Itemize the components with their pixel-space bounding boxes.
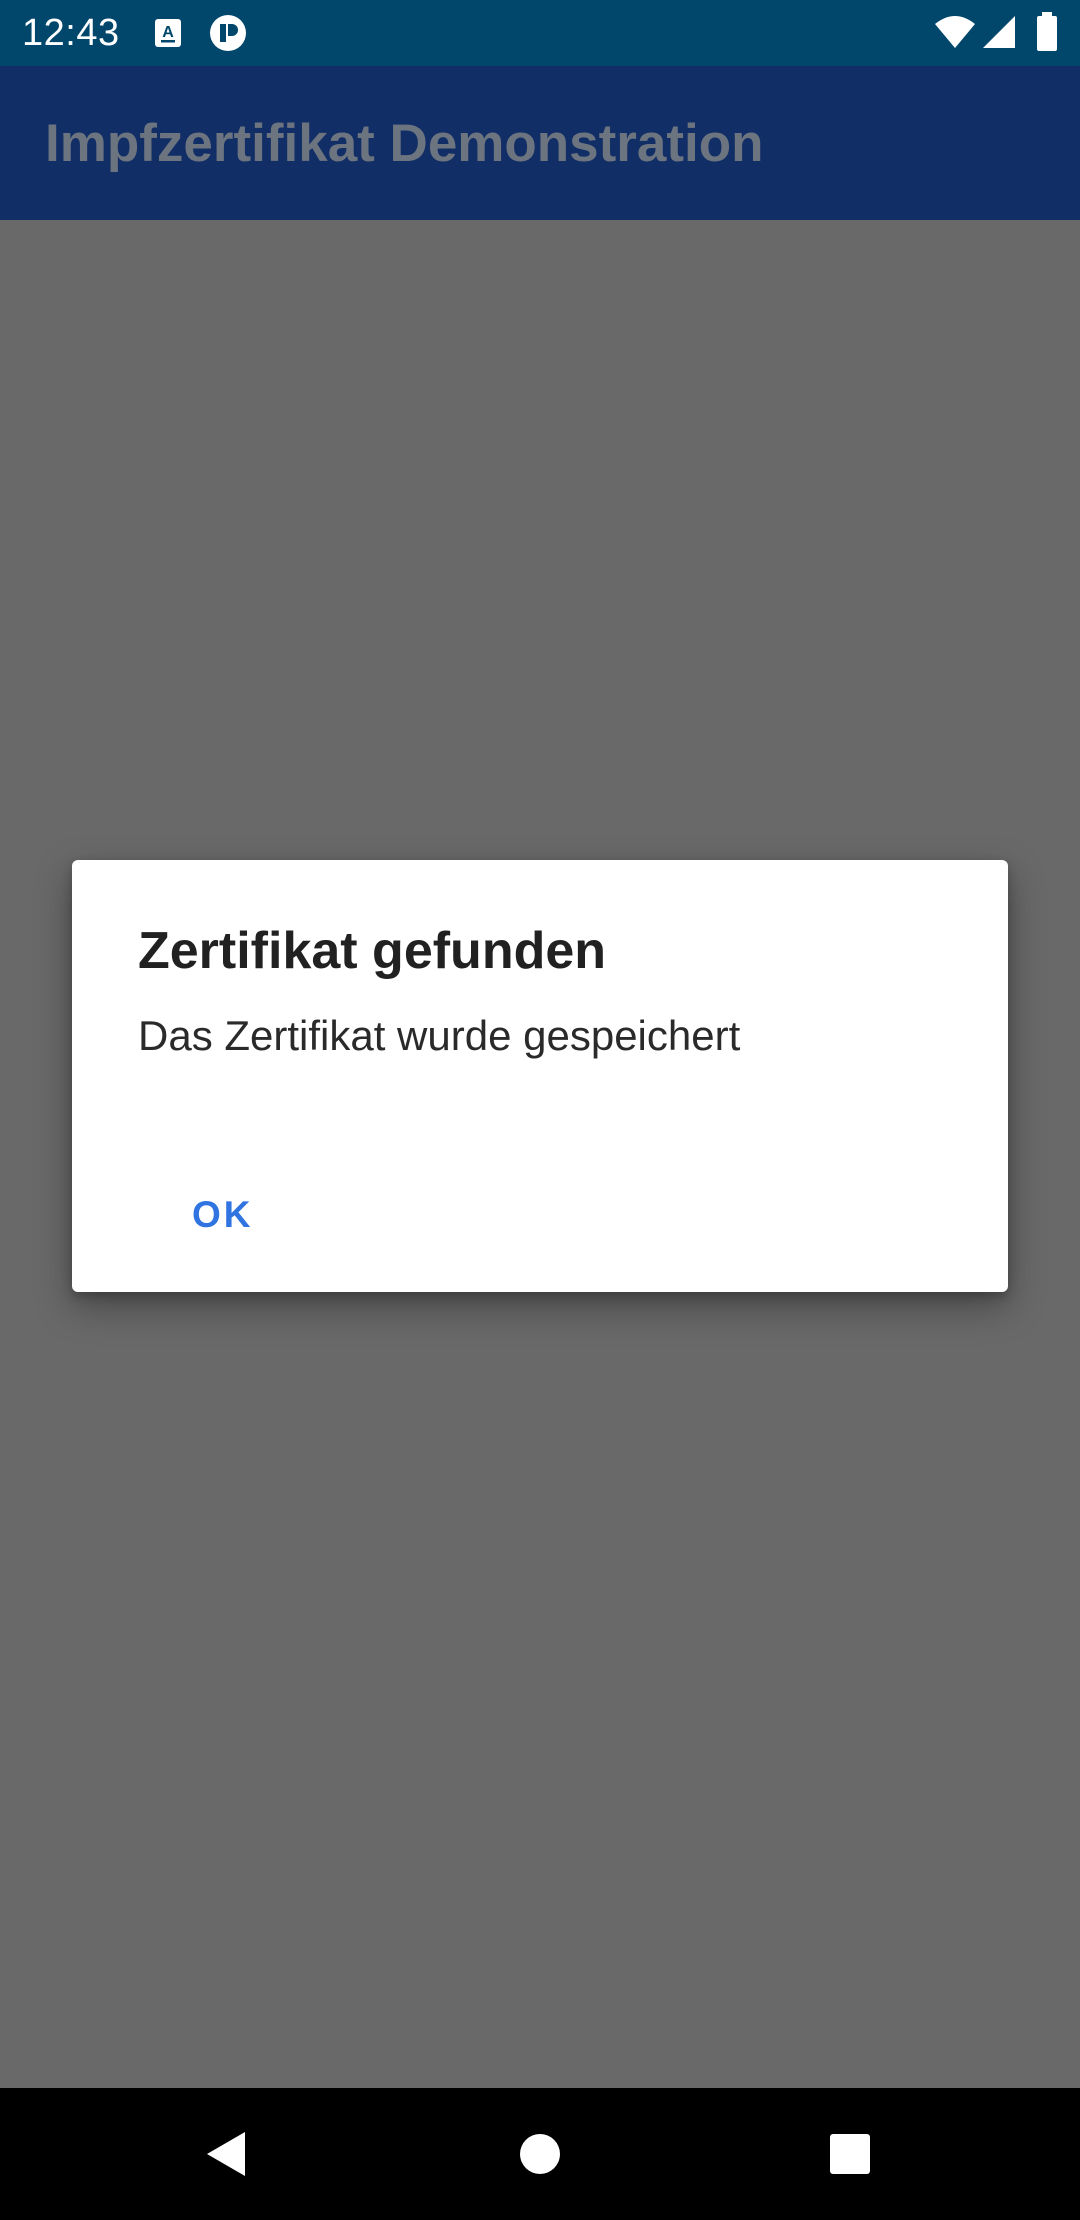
screen: 12:43 A Impfzertifikat Demonstration Zer… (0, 0, 1080, 2220)
battery-icon (1036, 12, 1058, 57)
cloud-notification-icon (208, 14, 248, 57)
home-button[interactable] (480, 2088, 600, 2220)
home-icon (520, 2134, 560, 2174)
cell-signal-icon (981, 14, 1017, 55)
recents-icon (830, 2134, 870, 2174)
status-bar: 12:43 A (0, 0, 1080, 66)
wifi-icon (934, 14, 976, 55)
app-title: Impfzertifikat Demonstration (45, 114, 764, 173)
app-bar: Impfzertifikat Demonstration (0, 66, 1080, 220)
dialog-title: Zertifikat gefunden (138, 922, 607, 980)
dialog-message: Das Zertifikat wurde gespeichert (138, 1012, 741, 1059)
svg-text:A: A (162, 24, 174, 41)
text-a-notification-icon: A (154, 18, 182, 53)
alert-dialog: Zertifikat gefunden Das Zertifikat wurde… (72, 860, 1008, 1292)
back-icon (207, 2132, 245, 2176)
navigation-bar (0, 2088, 1080, 2220)
ok-button[interactable]: OK (180, 1185, 266, 1245)
status-time: 12:43 (22, 12, 120, 54)
back-button[interactable] (166, 2088, 286, 2220)
recents-button[interactable] (790, 2088, 910, 2220)
